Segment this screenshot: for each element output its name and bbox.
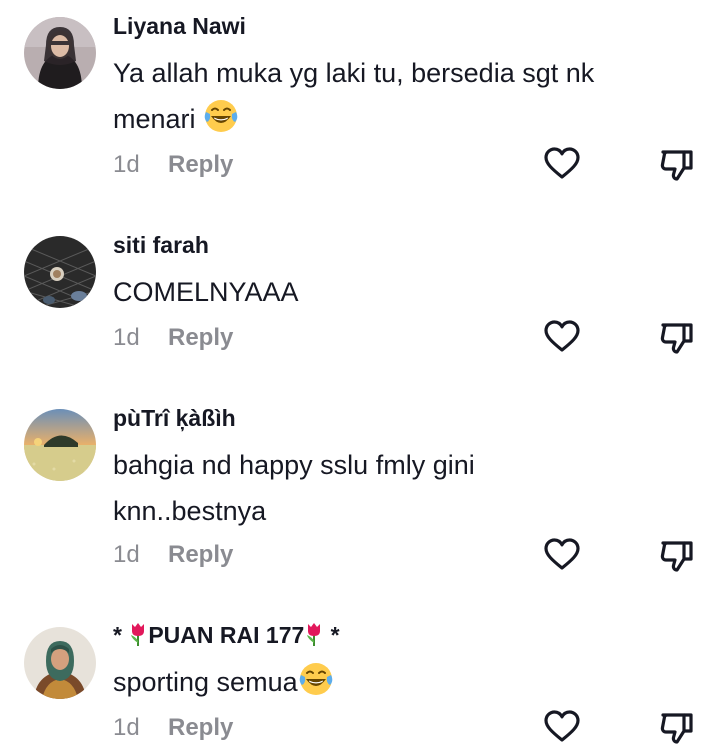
dislike-button[interactable] xyxy=(657,535,697,575)
heart-icon xyxy=(542,144,582,184)
reply-button[interactable]: Reply xyxy=(168,151,233,179)
comment-meta: 1d Reply xyxy=(113,324,233,352)
dislike-button[interactable] xyxy=(657,144,697,184)
comment-text-line: sporting semua xyxy=(113,667,298,697)
comment-text: COMELNYAAA xyxy=(113,269,673,315)
username-prefix: * xyxy=(113,622,122,648)
tulip-icon xyxy=(128,621,148,647)
thumbs-down-icon xyxy=(657,144,697,184)
like-button[interactable] xyxy=(542,317,582,357)
reply-button[interactable]: Reply xyxy=(168,714,233,742)
laughing-emoji-icon xyxy=(298,661,334,697)
heart-icon xyxy=(542,317,582,357)
tulip-icon xyxy=(304,621,324,647)
comment-time: 1d xyxy=(113,541,140,568)
comment-text-line: knn..bestnya xyxy=(113,496,267,526)
comment-text: sporting semua xyxy=(113,659,673,705)
heart-icon xyxy=(542,535,582,575)
thumbs-down-icon xyxy=(657,535,697,575)
comment-meta: 1d Reply xyxy=(113,151,233,179)
comment-text-line: bahgia nd happy sslu fmly gini xyxy=(113,450,475,480)
avatar[interactable] xyxy=(24,409,96,481)
thumbs-down-icon xyxy=(657,707,697,747)
heart-icon xyxy=(542,707,582,747)
comment-meta: 1d Reply xyxy=(113,714,233,742)
comment-text-line: menari xyxy=(113,104,196,134)
like-button[interactable] xyxy=(542,535,582,575)
comment-username[interactable]: pùTrî ķàßìh xyxy=(113,405,236,432)
comment-text: Ya allah muka yg laki tu, bersedia sgt n… xyxy=(113,50,673,142)
dislike-button[interactable] xyxy=(657,707,697,747)
comment-time: 1d xyxy=(113,714,140,741)
avatar[interactable] xyxy=(24,236,96,308)
comment-username[interactable]: siti farah xyxy=(113,232,209,259)
comment-text: bahgia nd happy sslu fmly gini knn..best… xyxy=(113,442,673,534)
comment-username[interactable]: Liyana Nawi xyxy=(113,13,246,40)
comment-username[interactable]: * PUAN RAI 177 * xyxy=(113,621,340,649)
avatar[interactable] xyxy=(24,627,96,699)
like-button[interactable] xyxy=(542,707,582,747)
reply-button[interactable]: Reply xyxy=(168,541,233,569)
thumbs-down-icon xyxy=(657,317,697,357)
comment-text-line: Ya allah muka yg laki tu, bersedia sgt n… xyxy=(113,58,595,88)
comment-text-line: COMELNYAAA xyxy=(113,277,299,307)
comment-time: 1d xyxy=(113,324,140,351)
laughing-emoji-icon xyxy=(203,98,239,134)
reply-button[interactable]: Reply xyxy=(168,324,233,352)
comment-time: 1d xyxy=(113,151,140,178)
avatar[interactable] xyxy=(24,17,96,89)
dislike-button[interactable] xyxy=(657,317,697,357)
username-main: PUAN RAI 177 xyxy=(148,622,305,648)
like-button[interactable] xyxy=(542,144,582,184)
username-suffix: * xyxy=(330,622,340,648)
comment-meta: 1d Reply xyxy=(113,541,233,569)
